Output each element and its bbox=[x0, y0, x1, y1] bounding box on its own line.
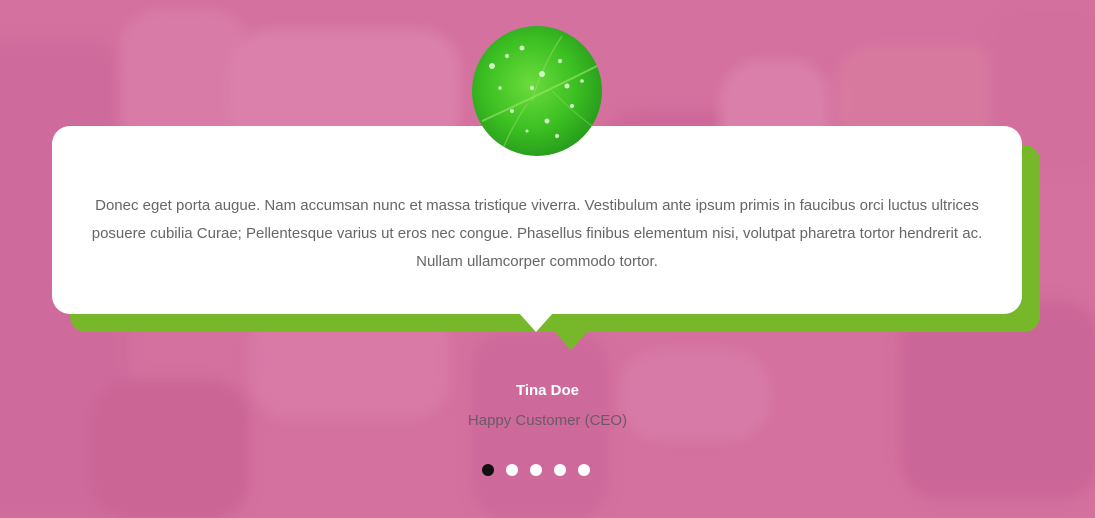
author-role: Happy Customer (CEO) bbox=[467, 412, 628, 429]
avatar bbox=[472, 26, 602, 156]
card-speech-arrow bbox=[519, 313, 553, 332]
carousel-pagination bbox=[482, 464, 590, 476]
card-accent-arrow bbox=[553, 330, 589, 350]
carousel-dot-4[interactable] bbox=[554, 464, 566, 476]
carousel-dot-2[interactable] bbox=[506, 464, 518, 476]
leaf-image bbox=[481, 35, 598, 152]
author-name: Tina Doe bbox=[515, 382, 580, 399]
testimonial-slide: Donec eget porta augue. Nam accumsan nun… bbox=[0, 0, 1095, 518]
carousel-dot-3[interactable] bbox=[530, 464, 542, 476]
carousel-dot-1[interactable] bbox=[482, 464, 494, 476]
testimonial-quote: Donec eget porta augue. Nam accumsan nun… bbox=[91, 197, 983, 270]
testimonial-section: Donec eget porta augue. Nam accumsan nun… bbox=[0, 0, 1095, 518]
carousel-dot-5[interactable] bbox=[578, 464, 590, 476]
